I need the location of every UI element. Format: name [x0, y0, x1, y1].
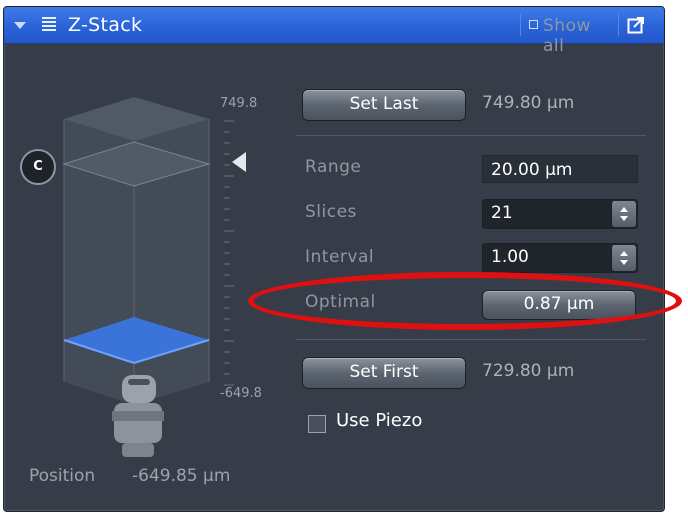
scale-top-label: 749.8: [220, 96, 258, 111]
divider-bottom: [296, 339, 646, 340]
panel-titlebar: Z-Stack Show all: [4, 7, 664, 56]
highlight-ellipse: [248, 272, 682, 330]
interval-stepper[interactable]: 1.00: [482, 243, 638, 273]
divider-top: [296, 135, 646, 136]
collapse-triangle-icon[interactable]: [14, 22, 26, 29]
center-focus-marker[interactable]: C: [20, 149, 56, 185]
position-pointer-icon[interactable]: [232, 152, 246, 172]
show-all-label: Show all: [543, 16, 591, 56]
slices-value[interactable]: 21: [491, 203, 513, 223]
range-label: Range: [305, 157, 362, 177]
popout-button[interactable]: [618, 14, 649, 36]
slices-label: Slices: [305, 202, 357, 222]
scale-bottom-label: -649.8: [220, 386, 262, 401]
show-all-toggle[interactable]: Show all: [520, 14, 611, 56]
stack-visualization: [62, 97, 211, 457]
panel-title: Z-Stack: [68, 14, 143, 36]
menu-icon[interactable]: [42, 17, 56, 32]
position-value: -649.85 µm: [132, 466, 231, 486]
first-value: 729.80 µm: [482, 361, 575, 381]
popout-icon: [627, 17, 644, 34]
show-all-checkbox[interactable]: [529, 20, 538, 29]
position-label: Position: [29, 466, 96, 486]
slices-stepper[interactable]: 21: [482, 199, 638, 229]
z-stack-panel: Z-Stack Show all 749.8 -649.8 C Set Last…: [3, 6, 665, 512]
use-piezo-label[interactable]: Use Piezo: [336, 410, 422, 431]
interval-label: Interval: [305, 247, 375, 267]
last-value: 749.80 µm: [482, 93, 575, 113]
set-first-button[interactable]: Set First: [302, 357, 466, 389]
use-piezo-checkbox[interactable]: [308, 415, 326, 433]
slices-spin-arrows[interactable]: [611, 201, 636, 227]
interval-spin-arrows[interactable]: [611, 245, 636, 271]
interval-value[interactable]: 1.00: [491, 247, 529, 267]
range-field: 20.00 µm: [482, 155, 638, 183]
set-last-button[interactable]: Set Last: [302, 89, 466, 121]
